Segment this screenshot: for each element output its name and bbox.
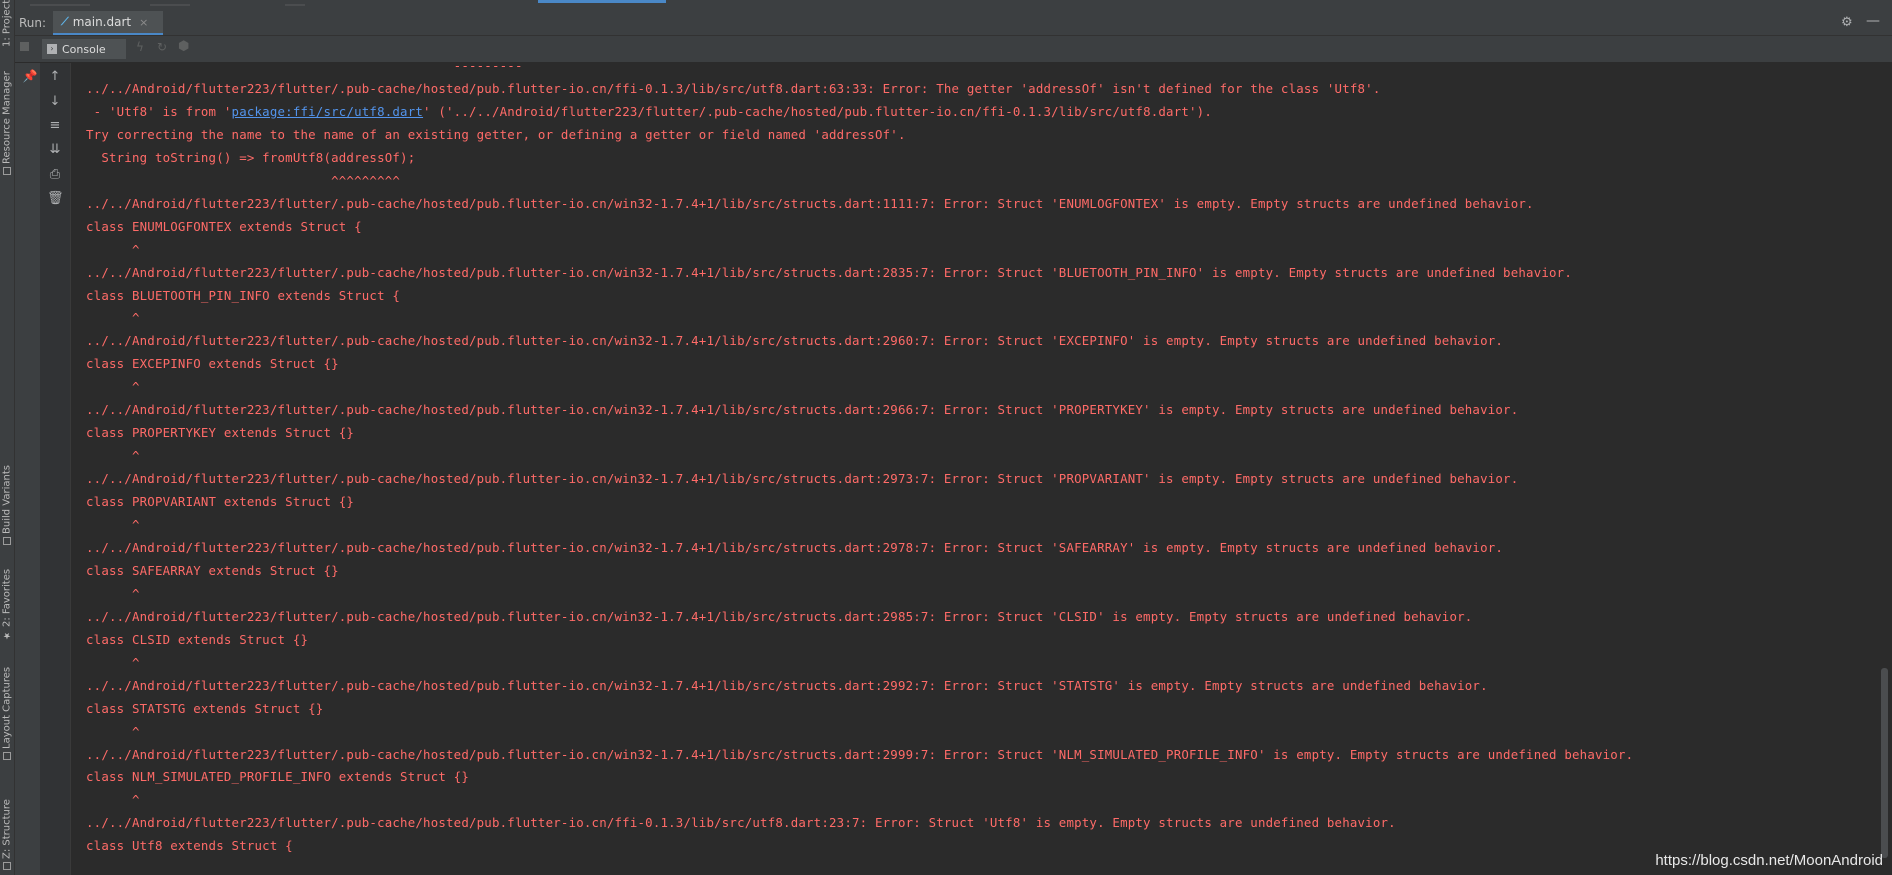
run-config-tab[interactable]: ⟋ main.dart × bbox=[53, 11, 163, 35]
resource-manager-icon bbox=[3, 167, 11, 175]
tool-tab-project[interactable]: 1: Project bbox=[0, 0, 15, 50]
console-line: ../../Android/flutter223/flutter/.pub-ca… bbox=[86, 80, 1381, 96]
console-line: class PROPERTYKEY extends Struct {} bbox=[86, 425, 355, 441]
run-tab-title: main.dart bbox=[72, 15, 132, 29]
console-output[interactable]: --------- ../../Android/flutter223/flutte… bbox=[71, 63, 1876, 875]
console-line: ^ bbox=[86, 517, 140, 532]
pin-icon[interactable]: 📌 bbox=[22, 69, 38, 83]
console-line: ../../Android/flutter223/flutter/.pub-ca… bbox=[86, 746, 1634, 762]
console-line: ^ bbox=[86, 792, 140, 808]
console-line: ../../Android/flutter223/flutter/.pub-ca… bbox=[86, 539, 1504, 555]
left-tool-window-strip: 1: Project Resource Manager Build Varian… bbox=[0, 0, 15, 875]
print-icon[interactable]: ⎙ bbox=[47, 167, 63, 182]
tool-tab-label: Z: Structure bbox=[1, 799, 13, 859]
soft-wrap-icon[interactable]: ≡ bbox=[47, 118, 63, 133]
arrow-down-icon[interactable]: ↓ bbox=[47, 94, 63, 109]
console-scrollbar[interactable] bbox=[1877, 63, 1892, 875]
layout-captures-icon bbox=[3, 752, 11, 760]
console-line: ../../Android/flutter223/flutter/.pub-ca… bbox=[86, 402, 1519, 418]
tool-tab-layout-captures[interactable]: Layout Captures bbox=[0, 660, 15, 760]
console-line: ../../Android/flutter223/flutter/.pub-ca… bbox=[86, 677, 1488, 693]
console-line: Try correcting the name to the name of a… bbox=[86, 126, 906, 142]
hot-reload-icon[interactable]: ϟ bbox=[136, 40, 144, 54]
console-line: ../../Android/flutter223/flutter/.pub-ca… bbox=[86, 195, 1534, 211]
top-editor-strip bbox=[0, 0, 1892, 11]
console-line: class CLSID extends Struct {} bbox=[86, 631, 309, 647]
minimize-icon[interactable]: — bbox=[1866, 13, 1880, 29]
console-line: class ENUMLOGFONTEX extends Struct { bbox=[86, 218, 362, 234]
tab-stub bbox=[30, 4, 90, 6]
console-line: ^ bbox=[86, 654, 140, 670]
flutter-icon: ⟋ bbox=[61, 15, 69, 28]
open-devtools-icon[interactable]: ⬢ bbox=[178, 39, 189, 54]
tool-tab-favorites[interactable]: ★ 2: Favorites bbox=[0, 560, 15, 640]
build-variants-icon bbox=[3, 537, 11, 545]
console-line: class NLM_SIMULATED_PROFILE_INFO extends… bbox=[86, 769, 469, 785]
star-icon: ★ bbox=[2, 630, 12, 640]
console-line: class STATSTG extends Struct {} bbox=[86, 700, 324, 716]
tool-tab-structure[interactable]: Z: Structure bbox=[0, 785, 15, 870]
run-label: Run: bbox=[19, 16, 47, 30]
tool-tab-build-variants[interactable]: Build Variants bbox=[0, 450, 15, 545]
run-tool-window-header: Run: ⟋ main.dart × ⚙ — bbox=[15, 11, 1892, 36]
run-side-gutter: 📌 bbox=[15, 63, 40, 875]
console-line: ../../Android/flutter223/flutter/.pub-ca… bbox=[86, 608, 1473, 624]
console-line: class SAFEARRAY extends Struct {} bbox=[86, 562, 339, 578]
tool-tab-label: Resource Manager bbox=[1, 71, 13, 164]
console-icon: › bbox=[47, 44, 57, 54]
console-line: ../../Android/flutter223/flutter/.pub-ca… bbox=[86, 333, 1504, 349]
console-line-text: - 'Utf8' is from ' bbox=[86, 103, 232, 119]
tool-tab-label: 1: Project bbox=[1, 0, 13, 47]
file-link[interactable]: package:ffi/src/utf8.dart bbox=[232, 104, 424, 119]
structure-icon bbox=[3, 862, 11, 870]
console-line: --------- bbox=[86, 63, 523, 73]
trash-icon[interactable]: 🗑 bbox=[47, 191, 64, 206]
console-line: ^ bbox=[86, 448, 140, 464]
console-line: ^ bbox=[86, 310, 140, 326]
console-line-text: ' ('../../Android/flutter223/flutter/.pu… bbox=[423, 103, 1213, 119]
console-line: class EXCEPINFO extends Struct {} bbox=[86, 356, 339, 372]
console-action-gutter: ↑ ↓ ≡ ⇊ ⎙ 🗑 bbox=[40, 63, 71, 875]
gear-icon[interactable]: ⚙ bbox=[1841, 15, 1853, 30]
console-line: class PROPVARIANT extends Struct {} bbox=[86, 494, 355, 510]
close-icon[interactable]: × bbox=[139, 16, 148, 29]
scrollbar-thumb[interactable] bbox=[1881, 668, 1888, 858]
hot-restart-icon[interactable]: ↻ bbox=[157, 40, 167, 54]
console-toolbar: › Console ϟ ↻ ⬢ bbox=[15, 36, 1892, 63]
scroll-to-end-icon[interactable]: ⇊ bbox=[47, 142, 63, 157]
console-line: - 'Utf8' is from 'package:ffi/src/utf8.d… bbox=[86, 104, 1212, 119]
console-line: ^ bbox=[86, 723, 140, 739]
console-line: ../../Android/flutter223/flutter/.pub-ca… bbox=[86, 815, 1396, 831]
console-tab-label: Console bbox=[62, 42, 106, 56]
console-line: String toString() => fromUtf8(addressOf)… bbox=[86, 149, 416, 165]
tool-tab-resource-manager[interactable]: Resource Manager bbox=[0, 60, 15, 175]
tab-stub bbox=[150, 4, 190, 6]
arrow-up-icon[interactable]: ↑ bbox=[47, 69, 63, 84]
console-line: class BLUETOOTH_PIN_INFO extends Struct … bbox=[86, 287, 401, 303]
tab-stub bbox=[285, 4, 305, 6]
console-line: ../../Android/flutter223/flutter/.pub-ca… bbox=[86, 471, 1519, 487]
console-line: ^^^^^^^^^ bbox=[86, 172, 401, 188]
tool-tab-label: Layout Captures bbox=[1, 666, 13, 749]
console-line: ^ bbox=[86, 241, 140, 257]
console-line: ^ bbox=[86, 379, 140, 395]
tool-tab-label: 2: Favorites bbox=[1, 568, 13, 627]
tab-console[interactable]: › Console bbox=[42, 39, 126, 59]
stop-icon[interactable] bbox=[20, 42, 29, 51]
console-line: ^ bbox=[86, 585, 140, 601]
console-line: ../../Android/flutter223/flutter/.pub-ca… bbox=[86, 264, 1572, 280]
tool-tab-label: Build Variants bbox=[1, 465, 13, 534]
console-line: class Utf8 extends Struct { bbox=[86, 838, 293, 854]
active-tab-indicator bbox=[538, 0, 666, 3]
watermark-text: https://blog.csdn.net/MoonAndroid bbox=[1655, 852, 1883, 869]
